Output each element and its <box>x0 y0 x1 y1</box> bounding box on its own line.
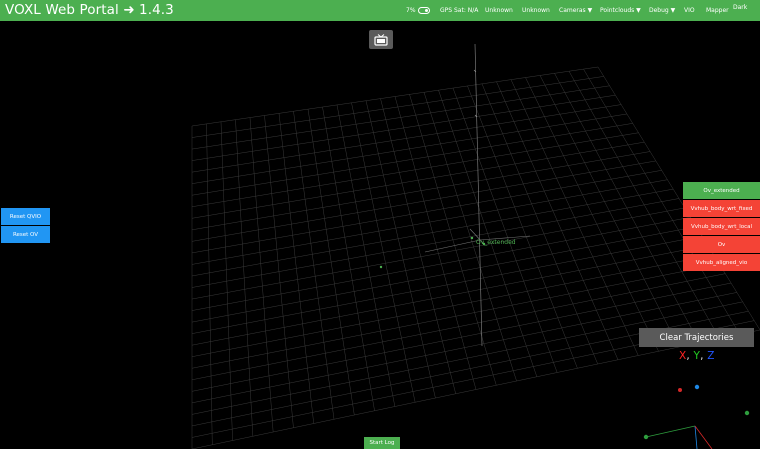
gizmo-axis-red <box>694 425 713 449</box>
vio-menu[interactable]: VIO <box>684 7 695 14</box>
gps-status: GPS Sat: N/A <box>440 7 479 14</box>
reset-qvio-button[interactable]: Reset QVIO <box>1 208 50 225</box>
grid-line <box>481 83 598 365</box>
start-log-button[interactable]: Start Log <box>364 437 400 449</box>
grid-line <box>191 264 720 369</box>
reset-ov-button[interactable]: Reset OV <box>1 226 50 243</box>
grid-line <box>467 85 578 369</box>
grid-line <box>191 301 743 415</box>
gizmo-axis-green <box>645 425 696 438</box>
reset-controls: Reset QVIO Reset OV <box>1 208 50 243</box>
stray-point <box>379 265 383 269</box>
grid-line <box>525 77 659 352</box>
grid-line <box>510 79 639 356</box>
origin-point <box>470 236 474 240</box>
top-navbar: VOXL Web Portal ➜ 1.4.3 7% GPS Sat: N/A … <box>0 0 760 21</box>
app-title[interactable]: VOXL Web Portal ➜ 1.4.3 <box>5 2 174 19</box>
axis-legend: X, Y, Z <box>679 350 715 362</box>
frame-label: Ov_extended <box>476 239 516 246</box>
trajectory-vvhub-body-wrt-local[interactable]: Vvhub_body_wrt_local <box>683 218 760 235</box>
3d-viewport[interactable]: Ov_extended <box>0 21 760 449</box>
grid-line <box>438 90 538 377</box>
gizmo-blue-dot <box>694 384 700 390</box>
frame-line-1 <box>424 239 481 253</box>
battery-status: 7% <box>406 7 430 14</box>
clear-trajectories-button[interactable]: Clear Trajectories <box>639 328 754 347</box>
camera-view-button[interactable] <box>369 30 393 49</box>
axis-sep-1: , <box>686 350 690 362</box>
axis-sep-2: , <box>700 350 704 362</box>
battery-percent: 7% <box>406 7 416 14</box>
dark-mode-toggle[interactable]: Dark <box>733 4 747 11</box>
status-unknown-2: Unknown <box>522 7 550 14</box>
gizmo-red-dot <box>678 388 682 392</box>
grid-line <box>191 245 708 346</box>
grid-line <box>452 87 558 373</box>
grid-line <box>191 329 760 449</box>
gizmo-green-dot <box>744 410 750 416</box>
grid-line <box>191 226 697 323</box>
trajectory-ov-extended[interactable]: Ov_extended <box>683 182 760 199</box>
floor-grid <box>191 66 760 449</box>
trajectory-vvhub-body-wrt-fixed[interactable]: Vvhub_body_wrt_fixed <box>683 200 760 217</box>
status-unknown-1: Unknown <box>485 7 513 14</box>
grid-line <box>191 254 714 357</box>
trajectory-ov[interactable]: Ov <box>683 236 760 253</box>
grid-line <box>191 217 691 311</box>
tv-icon <box>374 33 388 46</box>
gizmo-axis-blue <box>694 425 698 449</box>
debug-menu[interactable]: Debug ▼ <box>649 7 675 14</box>
pointclouds-menu[interactable]: Pointclouds ▼ <box>600 7 641 14</box>
axis-z-label: Z <box>707 350 715 362</box>
mapper-menu[interactable]: Mapper <box>706 7 729 14</box>
cameras-menu[interactable]: Cameras ▼ <box>559 7 592 14</box>
trajectory-list: Ov_extended Vvhub_body_wrt_fixed Vvhub_b… <box>683 182 760 271</box>
battery-toggle-icon[interactable] <box>417 7 430 14</box>
grid-line <box>191 273 726 381</box>
grid-line <box>191 292 737 404</box>
trajectory-vvhub-aligned-vio[interactable]: Vvhub_aligned_vio <box>683 254 760 271</box>
